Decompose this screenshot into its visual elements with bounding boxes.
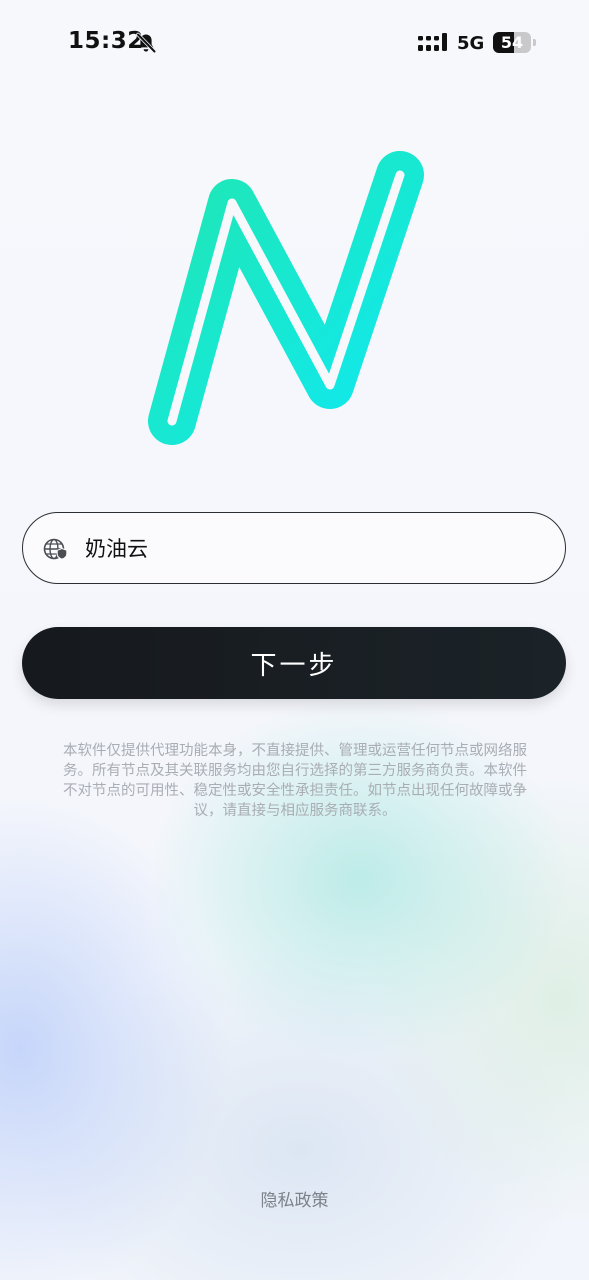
server-input[interactable] xyxy=(85,513,545,583)
status-bar: 15:32 5G 54 xyxy=(0,0,589,88)
status-time: 15:32 xyxy=(68,28,144,54)
login-screen: 15:32 5G 54 奶油云 下一步 本软件仅提供代理功能本身，不直接提供、管… xyxy=(0,0,589,1280)
disclaimer-text: 本软件仅提供代理功能本身，不直接提供、管理或运营任何节点或网络服务。所有节点及其… xyxy=(63,743,527,819)
n-logo-icon xyxy=(148,151,424,445)
bell-slash-icon xyxy=(136,32,157,54)
network-type: 5G xyxy=(457,33,485,54)
next-button[interactable]: 下一步 xyxy=(22,627,566,699)
privacy-policy-link[interactable]: 隐私政策 xyxy=(0,1186,589,1211)
battery-level: 54 xyxy=(500,33,524,52)
globe-icon xyxy=(43,538,68,560)
battery-tip xyxy=(533,39,536,46)
server-field[interactable] xyxy=(22,512,566,584)
battery-icon: 54 xyxy=(493,32,531,53)
signal-icon xyxy=(418,33,447,51)
